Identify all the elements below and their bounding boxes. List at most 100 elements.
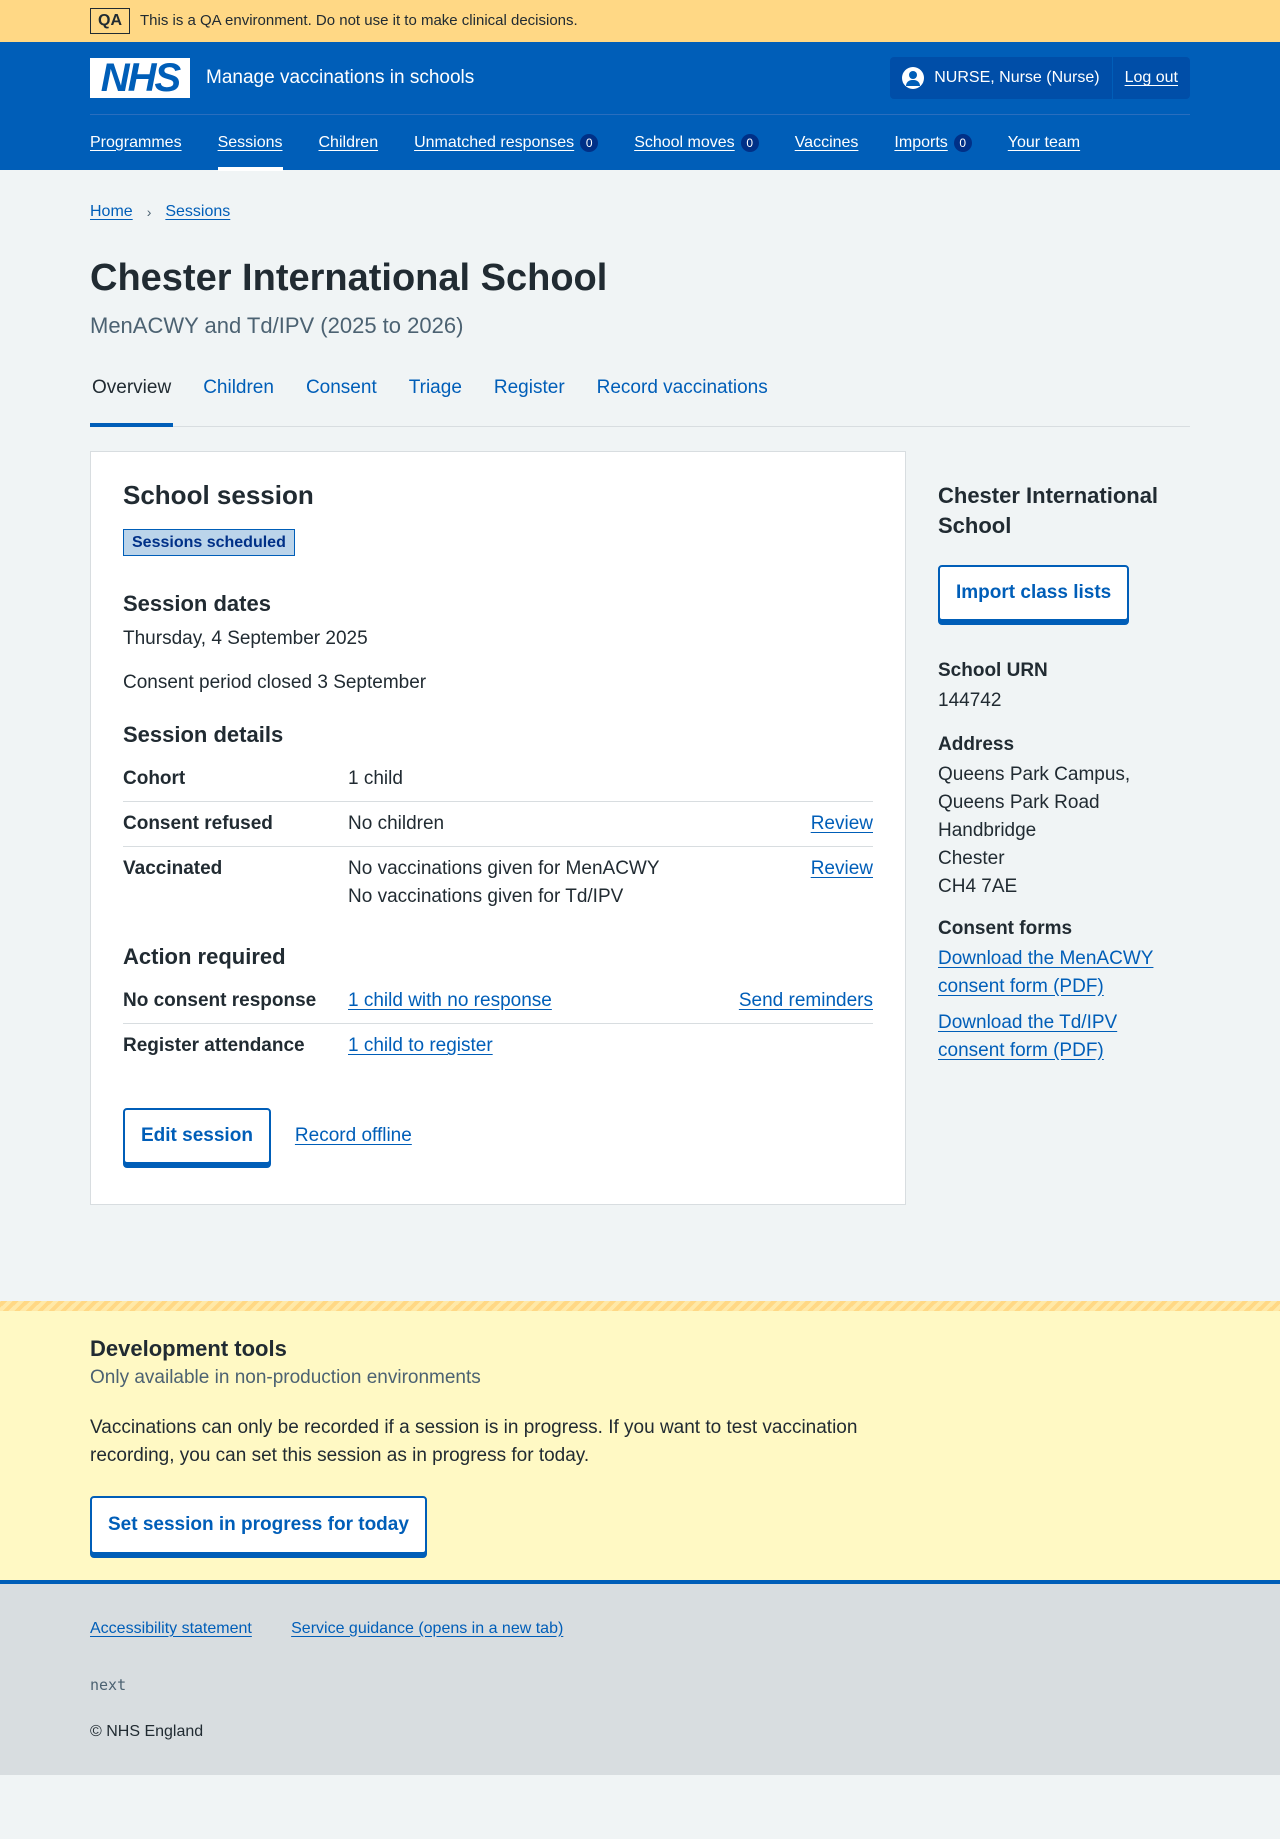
- account-name: NURSE, Nurse (Nurse): [934, 69, 1100, 87]
- brand[interactable]: NHS Manage vaccinations in schools: [90, 58, 474, 98]
- summary-key: Consent refused: [123, 801, 348, 847]
- action-required-list: No consent response 1 child with no resp…: [123, 979, 873, 1068]
- consent-form-item: Download the MenACWY consent form (PDF): [938, 945, 1188, 1001]
- breadcrumb-sessions[interactable]: Sessions: [165, 200, 230, 224]
- nav-item-sessions[interactable]: Sessions: [217, 115, 283, 171]
- tab-record-vaccinations[interactable]: Record vaccinations: [595, 374, 770, 426]
- primary-nav: Programmes Sessions Children Unmatched r…: [90, 114, 1190, 171]
- session-date: Thursday, 4 September 2025: [123, 627, 368, 649]
- summary-key: Register attendance: [123, 1035, 305, 1057]
- summary-row-no-consent: No consent response 1 child with no resp…: [123, 979, 873, 1025]
- tab-children-link[interactable]: Children: [203, 377, 274, 398]
- tab-register[interactable]: Register: [492, 374, 567, 426]
- nav-item-your-team[interactable]: Your team: [1008, 115, 1080, 171]
- vaccinated-menacwy: No vaccinations given for MenACWY: [348, 857, 660, 879]
- dev-tools-heading: Development tools: [90, 1336, 287, 1362]
- summary-row-vaccinated: Vaccinated No vaccinations given for Men…: [123, 846, 873, 918]
- user-icon: [902, 67, 925, 89]
- nav-link-vaccines[interactable]: Vaccines: [795, 131, 859, 155]
- tab-register-link[interactable]: Register: [494, 377, 565, 398]
- accessibility-statement-link[interactable]: Accessibility statement: [90, 1620, 252, 1637]
- tab-record-vaccinations-link[interactable]: Record vaccinations: [597, 377, 768, 398]
- address-line: CH4 7AE: [938, 875, 1018, 897]
- record-offline-link[interactable]: Record offline: [295, 1122, 412, 1150]
- set-in-progress-button[interactable]: Set session in progress for today: [90, 1495, 427, 1554]
- nav-link-sessions[interactable]: Sessions: [218, 131, 283, 155]
- summary-row-cohort: Cohort 1 child: [123, 757, 873, 803]
- address-line: Chester: [938, 847, 1005, 869]
- summary-value: 1 child: [348, 757, 786, 803]
- breadcrumb: Home › Sessions: [90, 170, 1190, 230]
- school-sidebar: Chester International School Import clas…: [938, 451, 1188, 1205]
- account-menu: NURSE, Nurse (Nurse) Log out: [890, 57, 1190, 99]
- nav-item-programmes[interactable]: Programmes: [90, 115, 182, 171]
- summary-key: Cohort: [123, 757, 348, 803]
- dev-tools-subheading: Only available in non-production environ…: [90, 1366, 481, 1388]
- download-tdipv-form-link[interactable]: Download the Td/IPV consent form (PDF): [938, 1012, 1117, 1061]
- address-block: Queens Park Campus, Queens Park Road Han…: [938, 761, 1188, 901]
- to-register-link[interactable]: 1 child to register: [348, 1035, 493, 1056]
- tab-children[interactable]: Children: [201, 374, 276, 426]
- nav-item-imports[interactable]: Imports 0: [894, 115, 972, 171]
- address-line: Handbridge: [938, 819, 1037, 841]
- nhs-logo[interactable]: NHS: [90, 58, 190, 98]
- address-label: Address: [938, 733, 1015, 755]
- session-tabs: Overview Children Consent Triage Registe…: [90, 374, 1190, 427]
- card-actions: Edit session Record offline: [123, 1108, 873, 1165]
- breadcrumb-home[interactable]: Home: [90, 200, 133, 224]
- nav-item-children[interactable]: Children: [319, 115, 379, 171]
- qa-banner-text: This is a QA environment. Do not use it …: [140, 11, 578, 29]
- tab-triage-link[interactable]: Triage: [409, 377, 462, 398]
- service-guidance-link[interactable]: Service guidance (opens in a new tab): [291, 1620, 563, 1637]
- service-name[interactable]: Manage vaccinations in schools: [206, 64, 474, 92]
- summary-action-cell: Review: [785, 846, 873, 918]
- nav-link-programmes[interactable]: Programmes: [90, 131, 182, 155]
- summary-value: 1 child with no response: [348, 979, 665, 1025]
- tab-consent-link[interactable]: Consent: [306, 377, 377, 398]
- app-version: next: [90, 1675, 127, 1694]
- summary-action-empty: [665, 1024, 873, 1068]
- summary-key: No consent response: [123, 979, 348, 1025]
- summary-value: No children: [348, 801, 786, 847]
- session-dates-heading: Session dates: [123, 591, 271, 617]
- nav-link-unmatched-responses[interactable]: Unmatched responses: [414, 131, 574, 155]
- card-heading: School session: [123, 479, 314, 510]
- dev-tools-text: Vaccinations can only be recorded if a s…: [90, 1416, 858, 1466]
- footer-links: Accessibility statement Service guidance…: [90, 1614, 1190, 1642]
- tab-consent[interactable]: Consent: [304, 374, 379, 426]
- action-required-heading: Action required: [123, 943, 286, 969]
- tab-triage[interactable]: Triage: [407, 374, 464, 426]
- consent-forms-label: Consent forms: [938, 917, 1073, 939]
- nav-item-unmatched-responses[interactable]: Unmatched responses 0: [414, 115, 599, 171]
- nav-item-school-moves[interactable]: School moves 0: [634, 115, 759, 171]
- school-urn-value: 144742: [938, 689, 1002, 711]
- edit-session-button[interactable]: Edit session: [123, 1108, 271, 1165]
- qa-banner: QA This is a QA environment. Do not use …: [0, 0, 1280, 42]
- copyright: © NHS England: [90, 1722, 204, 1740]
- nav-link-imports[interactable]: Imports: [894, 131, 947, 155]
- review-consent-refused-link[interactable]: Review: [811, 813, 873, 834]
- send-reminders-link[interactable]: Send reminders: [739, 990, 873, 1011]
- nav-item-vaccines[interactable]: Vaccines: [795, 115, 859, 171]
- vaccinated-tdipv: No vaccinations given for Td/IPV: [348, 885, 624, 907]
- summary-row-consent-refused: Consent refused No children Review: [123, 801, 873, 847]
- school-session-card: School session Sessions scheduled Sessio…: [90, 450, 906, 1206]
- nav-link-children[interactable]: Children: [319, 131, 379, 155]
- tab-overview-link[interactable]: Overview: [92, 377, 171, 398]
- count-badge: 0: [953, 133, 972, 152]
- consent-form-item: Download the Td/IPV consent form (PDF): [938, 1009, 1188, 1065]
- logout-link[interactable]: Log out: [1125, 66, 1178, 90]
- import-class-lists-button[interactable]: Import class lists: [938, 564, 1130, 621]
- chevron-right-icon: ›: [146, 203, 152, 220]
- tab-overview[interactable]: Overview: [90, 374, 174, 427]
- summary-row-register: Register attendance 1 child to register: [123, 1024, 873, 1068]
- nav-link-your-team[interactable]: Your team: [1008, 131, 1080, 155]
- nav-link-school-moves[interactable]: School moves: [634, 131, 735, 155]
- address-line: Queens Park Road: [938, 791, 1100, 813]
- count-badge: 0: [580, 133, 599, 152]
- site-footer: Accessibility statement Service guidance…: [0, 1579, 1280, 1776]
- download-menacwy-form-link[interactable]: Download the MenACWY consent form (PDF): [938, 948, 1153, 997]
- address-line: Queens Park Campus,: [938, 763, 1131, 785]
- no-response-link[interactable]: 1 child with no response: [348, 990, 552, 1011]
- review-vaccinated-link[interactable]: Review: [811, 858, 873, 879]
